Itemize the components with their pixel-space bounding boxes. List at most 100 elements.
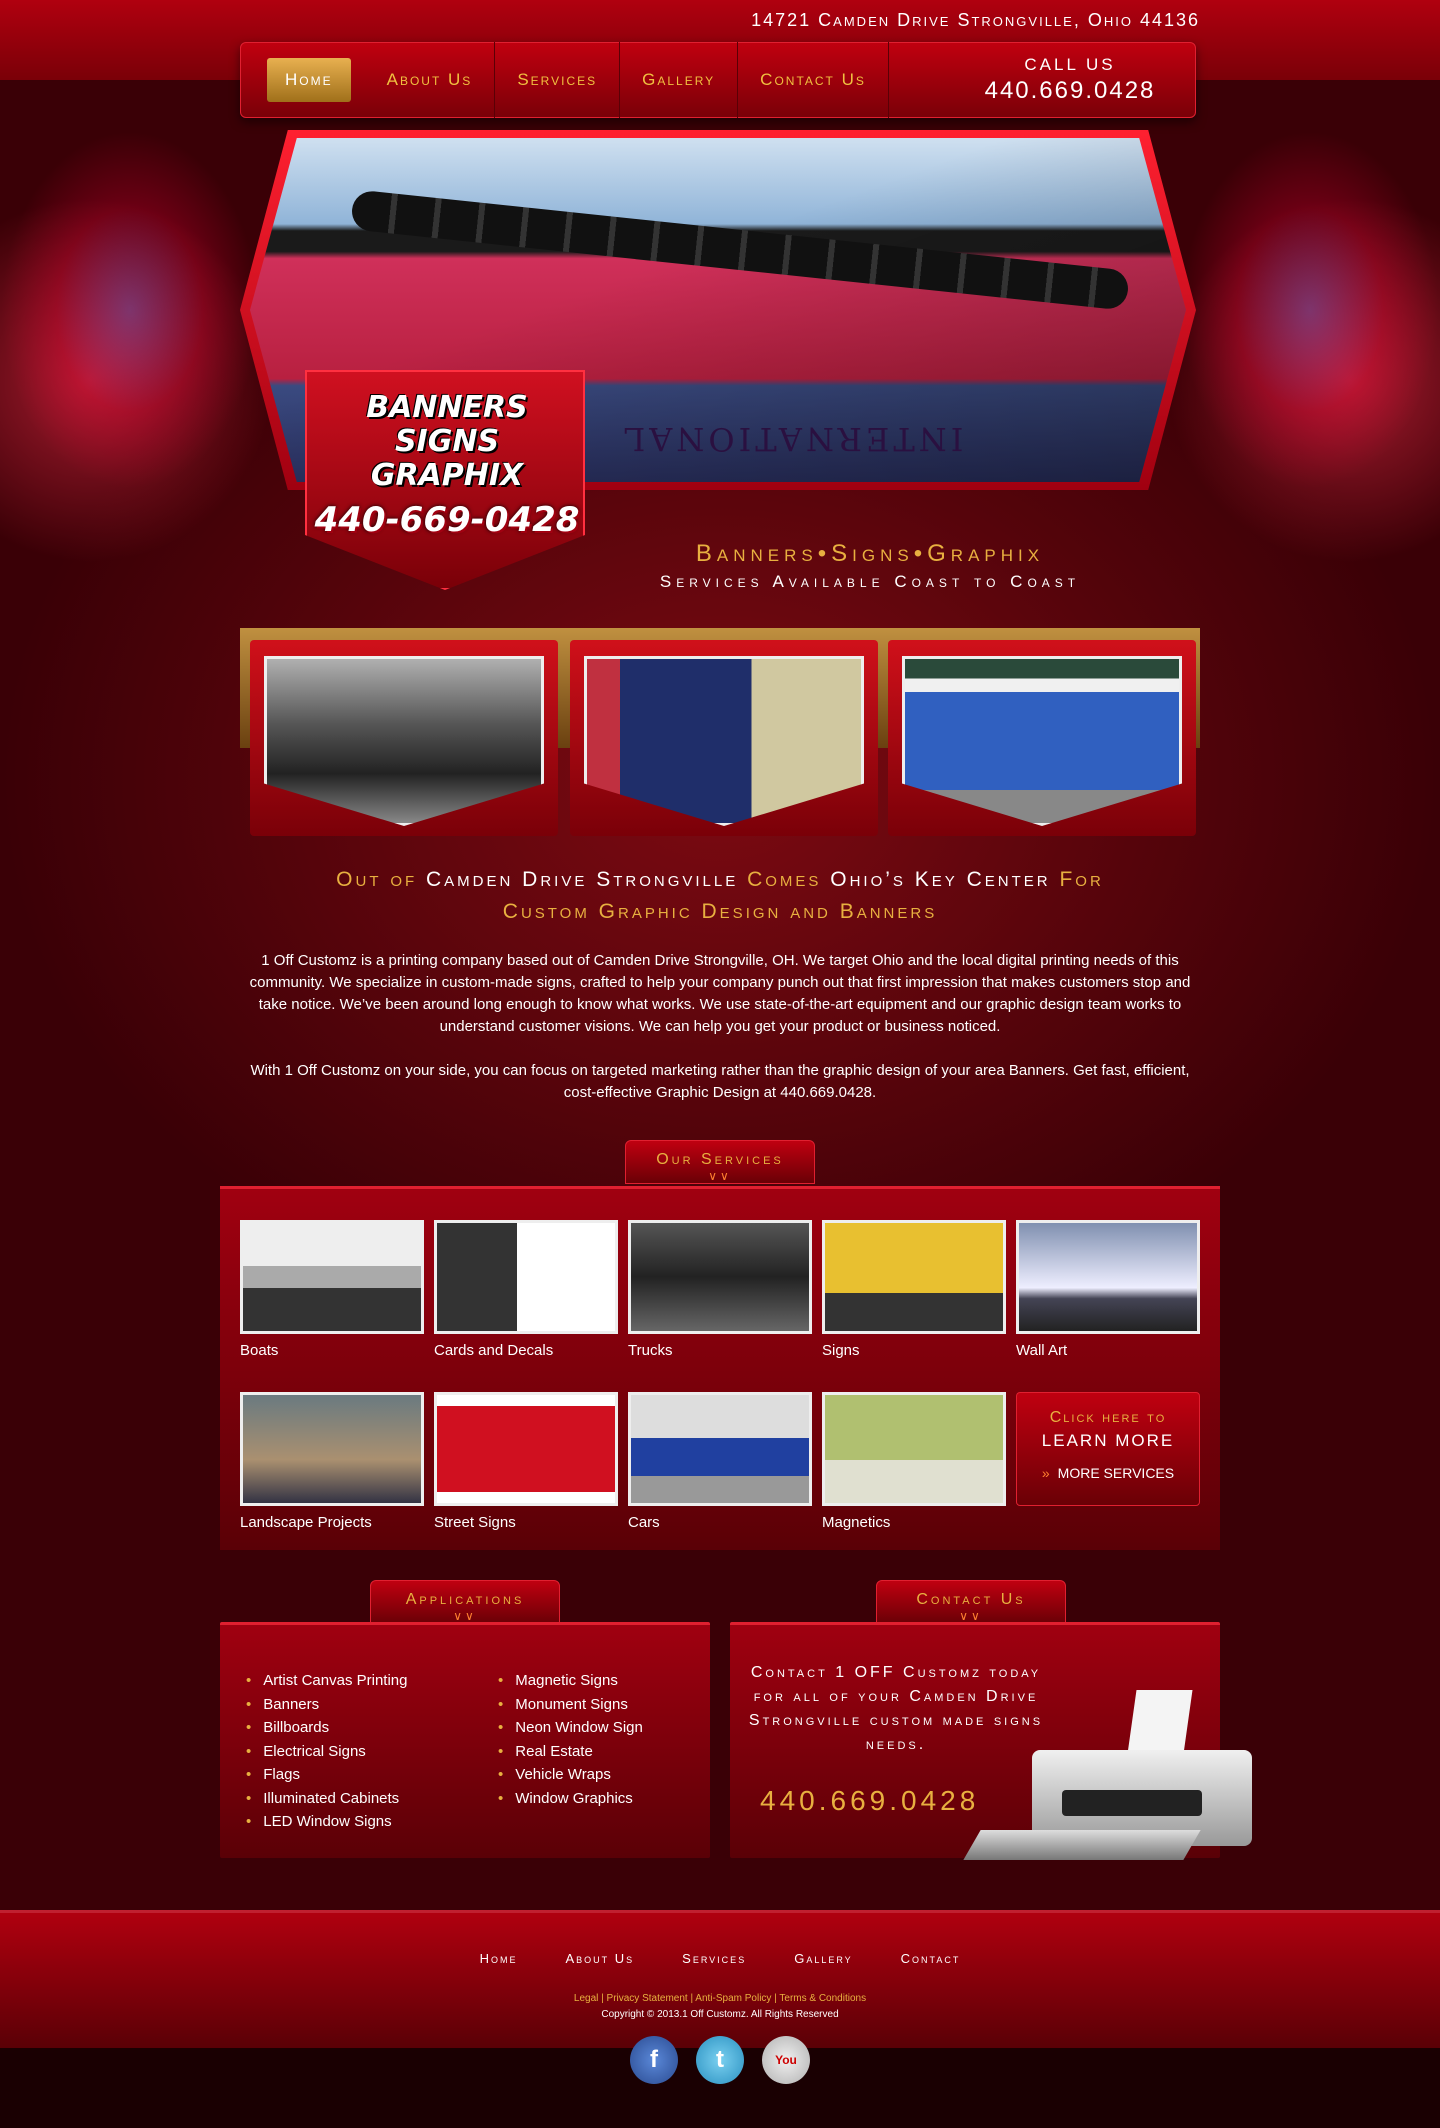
applications-list-2: Magnetic Signs Monument Signs Neon Windo… [498,1669,643,1810]
applications-list-1: Artist Canvas Printing Banners Billboard… [246,1669,408,1834]
service-label: Landscape Projects [240,1514,372,1531]
service-cards-decals[interactable]: Cards and Decals [434,1220,618,1359]
chevron-down-icon: ∨∨ [453,1609,477,1623]
main-nav: Home About Us Services Gallery Contact U… [240,42,1196,118]
decorative-flare-right [1180,130,1440,490]
tagline-sub: Services Available Coast to Coast [659,572,1081,591]
service-image [240,1220,424,1334]
truck-photo [264,656,544,826]
service-label: Wall Art [1016,1342,1068,1359]
gallery-thumb-store[interactable] [888,640,1196,836]
service-cars[interactable]: Cars [628,1392,812,1531]
contact-phone[interactable]: 440.669.0428 [760,1785,979,1817]
call-label: CALL US [1024,55,1116,74]
nav-home[interactable]: Home [267,58,351,102]
intro-heading: Out of Camden Drive Strongville Comes Oh… [240,864,1200,928]
footer-copyright: Copyright © 2013.1 Off Customz. All Righ… [601,2009,839,2020]
footer-nav-contact[interactable]: Contact [901,1951,961,1966]
service-image [434,1392,618,1506]
footer-nav-gallery[interactable]: Gallery [794,1951,852,1966]
list-item: Illuminated Cabinets [246,1787,408,1811]
footer-nav-about[interactable]: About Us [565,1951,634,1966]
logo-line: BANNERS [366,390,528,425]
services-title: Our Services [656,1151,784,1168]
tagline: Banners•Signs•Graphix Services Available… [560,540,1180,592]
logo-line: SIGNS [394,424,500,459]
chevron-down-icon: ∨∨ [708,1169,732,1183]
learn-more-line-2: LEARN MORE [1041,1431,1175,1450]
logo-phone: 440-669-0428 [314,500,580,540]
twitter-icon[interactable]: t [696,2036,744,2084]
intro-paragraph-2: With 1 Off Customz on your side, you can… [250,1062,1190,1101]
decorative-flare-left [0,130,260,490]
facebook-icon[interactable]: f [630,2036,678,2084]
youtube-icon[interactable]: You [762,2036,810,2084]
service-magnetics[interactable]: Magnetics [822,1392,1006,1531]
heading-part: Ohio’s Key Center [830,868,1051,891]
double-arrow-icon: » [1041,1465,1050,1481]
address: 14721 Camden Drive Strongville, Ohio 441… [751,10,1200,30]
printer-tray [963,1830,1201,1860]
service-label: Cars [628,1514,660,1531]
learn-more-line-1: Click here to [1049,1409,1167,1426]
heading-line-2: Custom Graphic Design and Banners [502,900,938,923]
service-signs[interactable]: Signs [822,1220,1006,1359]
service-label: Signs [822,1342,860,1359]
hero-print-text: INTERNATIONAL [620,420,964,458]
heading-part: Camden Drive Strongville [426,868,739,891]
service-trucks[interactable]: Trucks [628,1220,812,1359]
logo-line: GRAPHIX [370,458,524,493]
more-services-label: MORE SERVICES [1057,1465,1175,1481]
service-image [434,1220,618,1334]
service-label: Magnetics [822,1514,891,1531]
list-item: Window Graphics [498,1787,643,1811]
chevron-down-icon: ∨∨ [959,1609,983,1623]
service-landscape[interactable]: Landscape Projects [240,1392,424,1531]
applications-tab: Applications ∨∨ [370,1580,560,1624]
nav-about-us[interactable]: About Us [365,42,496,118]
service-image [1016,1220,1200,1334]
store-photo [902,656,1182,826]
nav-contact-us[interactable]: Contact Us [738,42,889,118]
footer-nav-services[interactable]: Services [682,1951,746,1966]
list-item: Magnetic Signs [498,1669,643,1693]
heading-part: Comes [747,868,822,891]
learn-more-button[interactable]: Click here to LEARN MORE » MORE SERVICES [1016,1392,1200,1506]
service-image [240,1392,424,1506]
footer-nav: Home About Us Services Gallery Contact [0,1951,1440,1966]
service-image [628,1392,812,1506]
list-item: LED Window Signs [246,1810,408,1834]
service-boats[interactable]: Boats [240,1220,424,1359]
footer-nav-home[interactable]: Home [480,1951,518,1966]
call-us: CALL US 440.669.0428 [945,55,1195,105]
contact-tab: Contact Us ∨∨ [876,1580,1066,1624]
applications-title: Applications [405,1591,525,1608]
nav-services[interactable]: Services [495,42,621,118]
contact-title: Contact Us [916,1591,1026,1608]
applications-box: Artist Canvas Printing Banners Billboard… [220,1622,710,1858]
service-wall-art[interactable]: Wall Art [1016,1220,1200,1359]
list-item: Neon Window Sign [498,1716,643,1740]
service-label: Cards and Decals [434,1342,554,1359]
display-photo [584,656,864,826]
heading-part: For [1059,868,1104,891]
footer: Home About Us Services Gallery Contact L… [0,1910,1440,2048]
footer-legal-links[interactable]: Legal | Privacy Statement | Anti-Spam Po… [0,1993,1440,2004]
more-services-link[interactable]: » MORE SERVICES [1017,1465,1199,1481]
nav-gallery[interactable]: Gallery [620,42,739,118]
printer-slot [1062,1790,1202,1816]
list-item: Vehicle Wraps [498,1763,643,1787]
service-label: Boats [240,1342,279,1359]
service-street-signs[interactable]: Street Signs [434,1392,618,1531]
list-item: Real Estate [498,1740,643,1764]
list-item: Billboards [246,1716,408,1740]
printer-image [963,1690,1258,1870]
printer-paper [1127,1690,1193,1754]
service-image [628,1220,812,1334]
gallery-thumb-truck[interactable] [250,640,558,836]
list-item: Monument Signs [498,1693,643,1717]
gallery-thumb-display[interactable] [570,640,878,836]
service-label: Street Signs [434,1514,516,1531]
call-number[interactable]: 440.669.0428 [945,77,1195,105]
list-item: Electrical Signs [246,1740,408,1764]
